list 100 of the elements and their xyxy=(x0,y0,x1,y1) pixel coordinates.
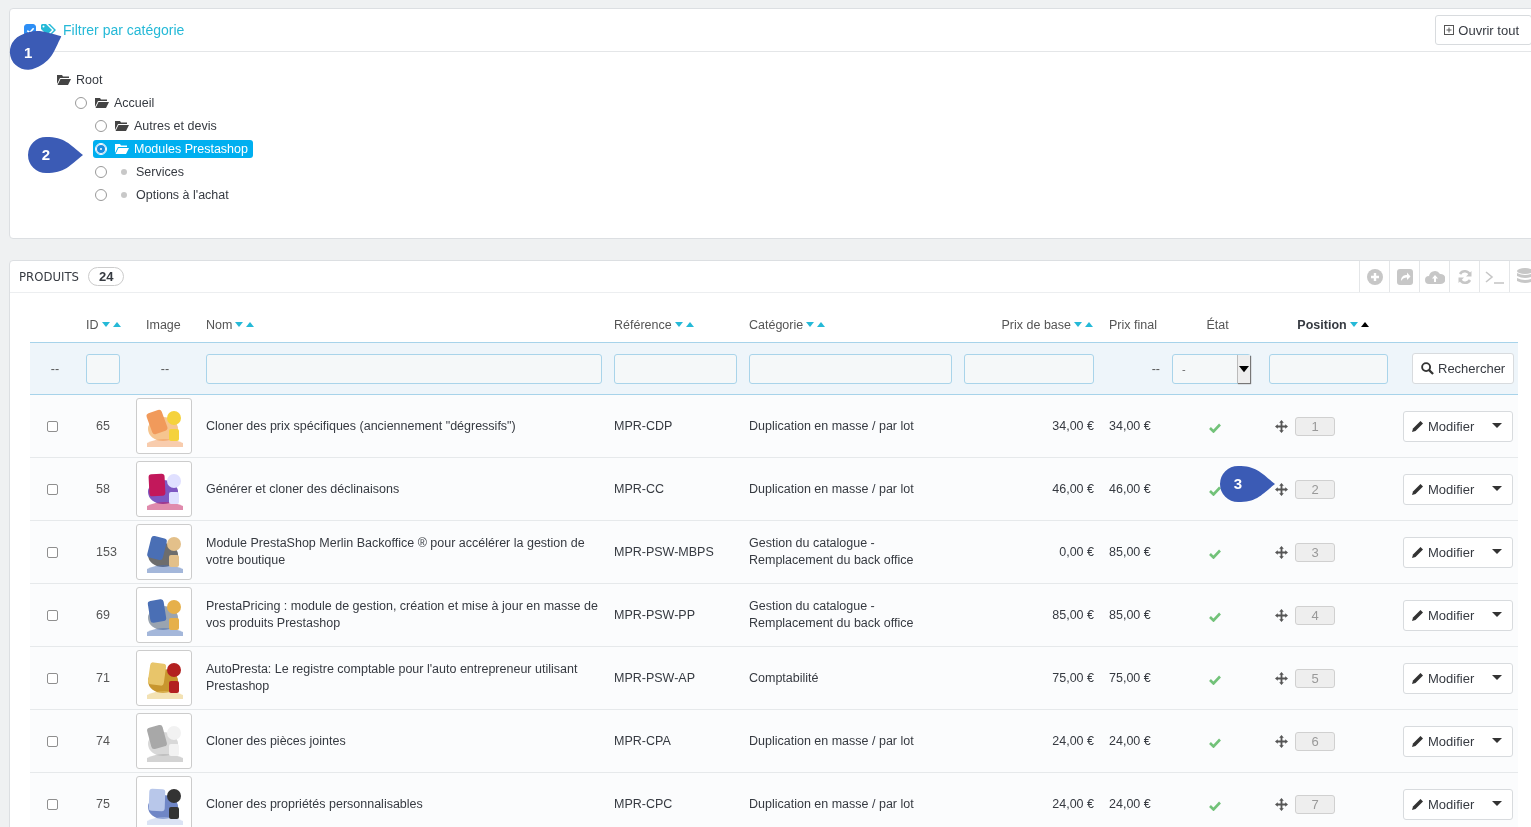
move-icon[interactable] xyxy=(1275,734,1288,748)
base-price-cell-text: 46,00 € xyxy=(1051,482,1095,496)
caret-icon[interactable] xyxy=(1492,738,1503,744)
reference-cell-text: MPR-PSW-PP xyxy=(613,608,697,622)
filter-field[interactable] xyxy=(86,353,120,384)
column-header[interactable]: Référence xyxy=(614,317,695,332)
refresh-icon[interactable] xyxy=(1456,268,1473,285)
caret-icon[interactable] xyxy=(1492,549,1503,555)
category-item[interactable]: Accueil xyxy=(93,93,160,112)
id-cell-text: 69 xyxy=(95,608,111,622)
id-cell-text: 153 xyxy=(95,545,118,559)
category-item[interactable]: Options à l'achat xyxy=(113,185,234,204)
row-checkbox[interactable] xyxy=(46,735,58,747)
panel-title: PRODUITS xyxy=(19,269,79,284)
category-radio[interactable] xyxy=(95,188,107,201)
row-checkbox[interactable] xyxy=(46,420,58,432)
edit-button[interactable]: Modifier xyxy=(1403,788,1514,820)
caret-icon[interactable] xyxy=(1492,423,1503,429)
id-cell-text: 75 xyxy=(95,797,111,811)
open-all-button[interactable]: Ouvrir tout xyxy=(1435,15,1531,45)
caret-icon[interactable] xyxy=(1237,354,1250,383)
category-radio[interactable] xyxy=(95,165,107,178)
search-button[interactable]: Rechercher xyxy=(1412,353,1515,384)
terminal-icon[interactable] xyxy=(1484,269,1505,284)
move-icon[interactable] xyxy=(1275,482,1288,496)
check-icon[interactable] xyxy=(1208,548,1221,559)
edit-button[interactable]: Modifier xyxy=(1403,536,1514,568)
category-item[interactable]: Services xyxy=(113,162,189,181)
base-price-cell-text: 85,00 € xyxy=(1051,608,1095,622)
column-header[interactable]: Position xyxy=(1297,317,1370,332)
pencil-icon xyxy=(1412,483,1424,495)
caret-icon[interactable] xyxy=(1492,801,1503,807)
row-checkbox[interactable] xyxy=(46,609,58,621)
callout-marker: 2 xyxy=(27,135,83,174)
row-checkbox[interactable] xyxy=(46,798,58,810)
category-item[interactable]: Autres et devis xyxy=(113,116,222,135)
caret-icon[interactable] xyxy=(1492,675,1503,681)
filter-field[interactable] xyxy=(964,353,1094,384)
id-cell-text: 58 xyxy=(95,482,111,496)
column-header: Image xyxy=(146,317,181,332)
category-item[interactable]: Root xyxy=(55,70,108,89)
check-icon[interactable] xyxy=(1208,737,1221,748)
folder-icon xyxy=(57,74,71,85)
id-cell-text: 74 xyxy=(95,734,111,748)
check-icon[interactable] xyxy=(1208,422,1221,433)
column-header[interactable]: Nom xyxy=(206,317,256,332)
column-header[interactable]: Catégorie xyxy=(749,317,827,332)
share-icon[interactable] xyxy=(1396,268,1413,285)
status-select[interactable]: - xyxy=(1172,353,1251,384)
sort-icon[interactable] xyxy=(1349,321,1370,328)
move-icon[interactable] xyxy=(1275,545,1288,559)
base-price-cell-text: 24,00 € xyxy=(1051,797,1095,811)
id-cell-text: 71 xyxy=(95,671,111,685)
pencil-icon xyxy=(1412,672,1424,684)
edit-button[interactable]: Modifier xyxy=(1403,599,1514,631)
check-icon[interactable] xyxy=(1208,800,1221,811)
reference-cell-text: MPR-CPA xyxy=(613,734,672,748)
reference-cell-text: MPR-PSW-MBPS xyxy=(613,545,715,559)
pencil-icon xyxy=(1412,735,1424,747)
pencil-icon xyxy=(1412,798,1424,810)
move-icon[interactable] xyxy=(1275,671,1288,685)
edit-button[interactable]: Modifier xyxy=(1403,725,1514,757)
column-header[interactable]: Prix de base xyxy=(1001,317,1094,332)
product-name: Cloner des pièces jointes xyxy=(205,732,347,750)
move-icon[interactable] xyxy=(1275,419,1288,433)
cloud-upload-icon[interactable] xyxy=(1424,269,1445,284)
product-name: PrestaPricing : module de gestion, création et mise à jour en masse de vos produits Prestashop xyxy=(205,598,599,632)
database-icon[interactable] xyxy=(1516,267,1531,286)
final-price-cell-text: 46,00 € xyxy=(1108,482,1152,496)
product-name: Générer et cloner des déclinaisons xyxy=(205,480,401,498)
caret-icon[interactable] xyxy=(1492,612,1503,618)
filter-field[interactable] xyxy=(1269,353,1388,384)
move-icon[interactable] xyxy=(1275,608,1288,622)
category-cell-text: Comptabilité xyxy=(748,669,820,687)
add-icon[interactable] xyxy=(1366,268,1383,285)
check-icon[interactable] xyxy=(1208,485,1221,496)
check-icon[interactable] xyxy=(1208,674,1221,685)
plus-square-icon xyxy=(1444,25,1455,35)
row-checkbox[interactable] xyxy=(46,546,58,558)
row-checkbox[interactable] xyxy=(46,672,58,684)
row-checkbox[interactable] xyxy=(46,483,58,495)
category-cell-text: Gestion du catalogue - Remplacement du back office xyxy=(748,598,915,632)
edit-button[interactable]: Modifier xyxy=(1403,473,1514,505)
filter-field[interactable] xyxy=(206,353,602,384)
edit-button[interactable]: Modifier xyxy=(1403,410,1514,442)
caret-icon[interactable] xyxy=(1492,486,1503,492)
product-name: Module PrestaShop Merlin Backoffice ® pour accélérer la gestion de votre boutique xyxy=(205,535,586,569)
category-cell-text: Duplication en masse / par lot xyxy=(748,795,915,813)
column-header[interactable]: ID xyxy=(86,317,122,332)
check-icon[interactable] xyxy=(1208,611,1221,622)
move-icon[interactable] xyxy=(1275,797,1288,811)
position-badge: 5 xyxy=(1295,668,1335,688)
final-price-cell-text: 24,00 € xyxy=(1108,734,1152,748)
category-radio[interactable] xyxy=(95,119,107,132)
empty-filter-text: -- xyxy=(50,361,60,376)
filter-field[interactable] xyxy=(614,353,737,384)
reference-cell-text: MPR-PSW-AP xyxy=(613,671,697,685)
category-radio[interactable] xyxy=(75,96,87,109)
filter-field[interactable] xyxy=(749,353,952,384)
edit-button[interactable]: Modifier xyxy=(1403,662,1514,694)
